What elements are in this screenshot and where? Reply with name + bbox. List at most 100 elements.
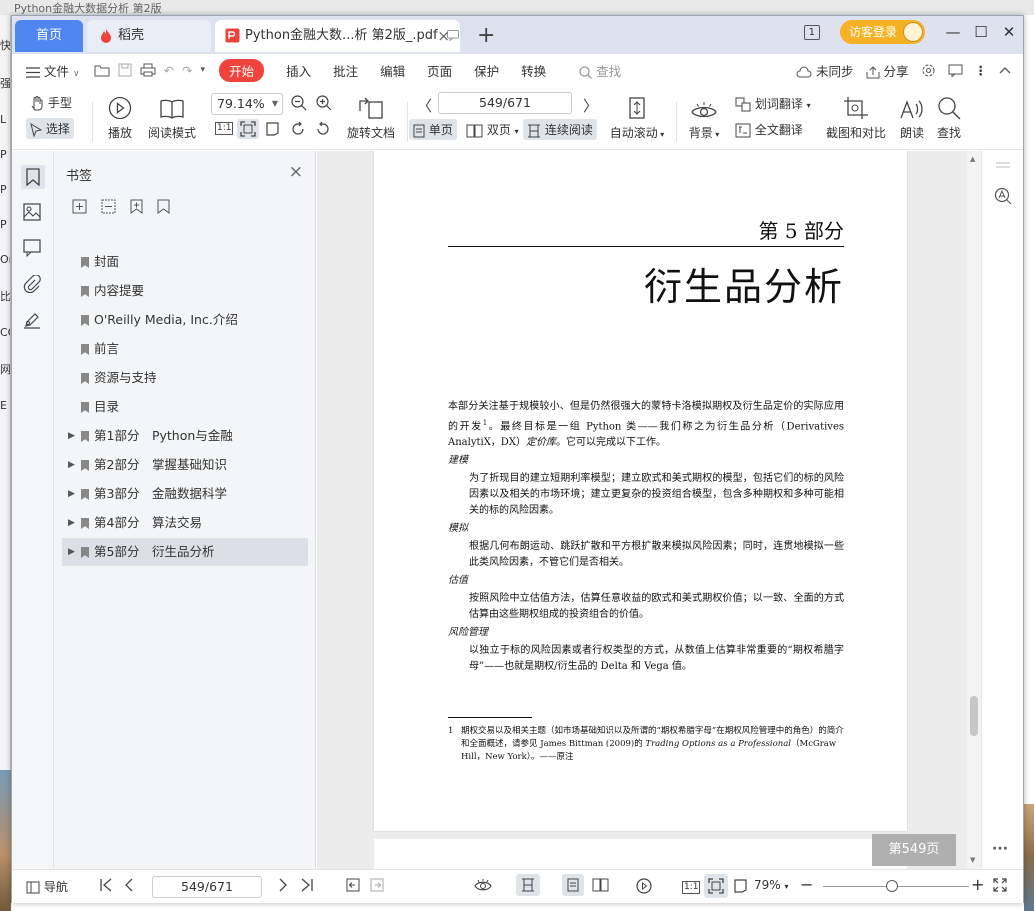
screenshot-compare-button[interactable]: 截图和对比 (825, 94, 887, 141)
forward-icon[interactable] (370, 878, 384, 892)
status-page-field[interactable]: 549/671 (152, 876, 262, 898)
more-options-icon[interactable]: ··· (992, 841, 1008, 857)
collapse-ribbon-icon[interactable] (999, 66, 1011, 74)
text-recognition-icon[interactable] (994, 187, 1012, 205)
find-button[interactable]: 查找 (935, 94, 963, 141)
menu-start[interactable]: 开始 (219, 58, 265, 82)
menu-page[interactable]: 页面 (427, 61, 452, 80)
expand-arrow-icon[interactable]: ▶ (68, 451, 75, 479)
file-menu[interactable]: 文件 ∨ (26, 61, 80, 80)
fullscreen-icon[interactable] (993, 878, 1007, 892)
add-child-bookmark-icon[interactable] (101, 199, 116, 214)
back-icon[interactable] (346, 878, 360, 892)
scrollbar-thumb[interactable] (970, 696, 978, 736)
actual-size-button[interactable]: 1:1 (215, 122, 234, 135)
bookmark-item[interactable]: ▶ 第1部分 Python与金融 (62, 422, 308, 450)
feedback-icon[interactable] (948, 64, 963, 77)
menu-protect[interactable]: 保护 (474, 61, 499, 80)
bookmark-item[interactable]: 封面 (62, 248, 308, 276)
next-page-icon[interactable]: 〉 (583, 95, 598, 116)
continuous-status-icon[interactable] (516, 874, 540, 896)
expand-arrow-icon[interactable]: ▶ (68, 422, 75, 450)
expand-arrow-icon[interactable]: ▶ (68, 509, 75, 537)
tab-docer[interactable]: 稻壳 (87, 20, 211, 52)
prev-page-icon[interactable]: 〈 (417, 95, 432, 116)
play-status-icon[interactable] (636, 878, 652, 894)
bookmark-item[interactable]: 资源与支持 (62, 364, 308, 392)
single-page-status-icon[interactable] (562, 874, 584, 896)
background-button[interactable]: 背景 ▾ (687, 94, 721, 141)
share-button[interactable]: 分享 (866, 61, 909, 80)
open-icon[interactable] (94, 63, 110, 77)
fit-page-icon[interactable] (237, 119, 259, 139)
play-button[interactable]: 播放 (104, 94, 136, 141)
prev-page-small-icon[interactable] (124, 878, 134, 892)
full-translate-button[interactable]: 全文翻译 (735, 121, 803, 138)
single-page-button[interactable]: 单页 (409, 119, 457, 140)
read-mode-button[interactable]: 阅读模式 (146, 94, 198, 141)
menu-convert[interactable]: 转换 (521, 61, 546, 80)
select-tool[interactable]: 选择 (26, 118, 74, 139)
continuous-read-button[interactable]: 连续阅读 (523, 119, 597, 140)
close-icon[interactable]: × (289, 162, 303, 182)
add-bookmark-icon[interactable] (72, 199, 87, 214)
expand-bookmarks-icon[interactable] (130, 199, 143, 214)
menu-search[interactable]: 查找 (579, 61, 621, 80)
menu-annotate[interactable]: 批注 (333, 61, 358, 80)
bookmark-item[interactable]: 目录 (62, 393, 308, 421)
bookmark-item[interactable]: ▶ 第5部分 衍生品分析 (62, 538, 308, 566)
rotate-left-icon[interactable] (315, 121, 331, 137)
scroll-up-icon[interactable]: ▲ (970, 155, 975, 163)
hand-tool[interactable]: 手型 (30, 94, 72, 111)
bookmark-item[interactable]: 内容提要 (62, 277, 308, 305)
document-viewer[interactable]: 第 5 部分 衍生品分析 本部分关注基于规模较小、但是仍然很强大的蒙特卡洛模拟期… (317, 151, 967, 869)
signature-icon[interactable] (23, 311, 43, 331)
comment-panel-icon[interactable] (23, 239, 43, 259)
vertical-scrollbar[interactable]: ▲ ▼ (967, 151, 981, 869)
bookmark-item[interactable]: 前言 (62, 335, 308, 363)
login-button[interactable]: 访客登录 (839, 20, 925, 44)
rotate-doc-button[interactable]: 旋转文档 (343, 94, 399, 141)
navigation-toggle[interactable]: 导航 (26, 878, 68, 895)
thumbnail-panel-icon[interactable] (23, 203, 43, 223)
menu-insert[interactable]: 插入 (286, 61, 311, 80)
double-page-status-icon[interactable] (592, 878, 609, 892)
last-page-icon[interactable] (301, 878, 313, 892)
menu-edit[interactable]: 编辑 (380, 61, 405, 80)
auto-scroll-button[interactable]: 自动滚动 ▾ (608, 94, 666, 141)
bookmark-item[interactable]: ▶ 第4部分 算法交易 (62, 509, 308, 537)
fit-width-status-icon[interactable] (733, 878, 749, 894)
minimize-button[interactable]: — (939, 23, 967, 41)
zoom-out-icon[interactable] (291, 95, 307, 111)
window-count-badge[interactable]: 1 (803, 24, 820, 40)
status-zoom-select[interactable]: 79% ▾ (754, 878, 789, 892)
zoom-in-status-button[interactable]: + (971, 875, 984, 894)
read-aloud-button[interactable]: 朗读 (898, 94, 926, 141)
bookmark-item[interactable]: O'Reilly Media, Inc.介绍 (62, 306, 308, 334)
bookmark-panel-icon[interactable] (21, 165, 45, 189)
undo-icon[interactable]: ↶ (164, 63, 174, 78)
tab-close-button[interactable]: × (437, 20, 450, 52)
panel-handle-icon[interactable] (996, 162, 1010, 168)
tab-document[interactable]: Python金融大数...析 第2版_.pdf × (215, 20, 460, 52)
attachment-icon[interactable] (23, 275, 43, 295)
sync-status[interactable]: 未同步 (796, 61, 854, 80)
tab-home[interactable]: 首页 (15, 20, 83, 52)
save-icon[interactable] (118, 63, 132, 77)
bookmark-item[interactable]: ▶ 第3部分 金融数据科学 (62, 480, 308, 508)
zoom-in-icon[interactable] (316, 95, 332, 111)
redo-icon[interactable]: ↷ (182, 63, 192, 78)
fit-page-status-icon[interactable] (704, 874, 728, 898)
scroll-down-icon[interactable]: ▼ (970, 856, 975, 864)
more-icon[interactable]: ⋮ (975, 63, 988, 78)
expand-arrow-icon[interactable]: ▶ (68, 480, 75, 508)
eye-protection-icon[interactable] (474, 878, 492, 892)
double-page-button[interactable]: 双页 ▾ (466, 121, 519, 138)
fit-width-icon[interactable] (265, 121, 281, 137)
zoom-slider-knob[interactable] (886, 880, 898, 892)
collapse-bookmarks-icon[interactable] (157, 199, 170, 214)
first-page-icon[interactable] (100, 878, 112, 892)
expand-arrow-icon[interactable]: ▶ (68, 538, 75, 566)
zoom-out-status-button[interactable]: − (800, 875, 813, 894)
page-number-field[interactable]: 549/671 (438, 92, 572, 114)
